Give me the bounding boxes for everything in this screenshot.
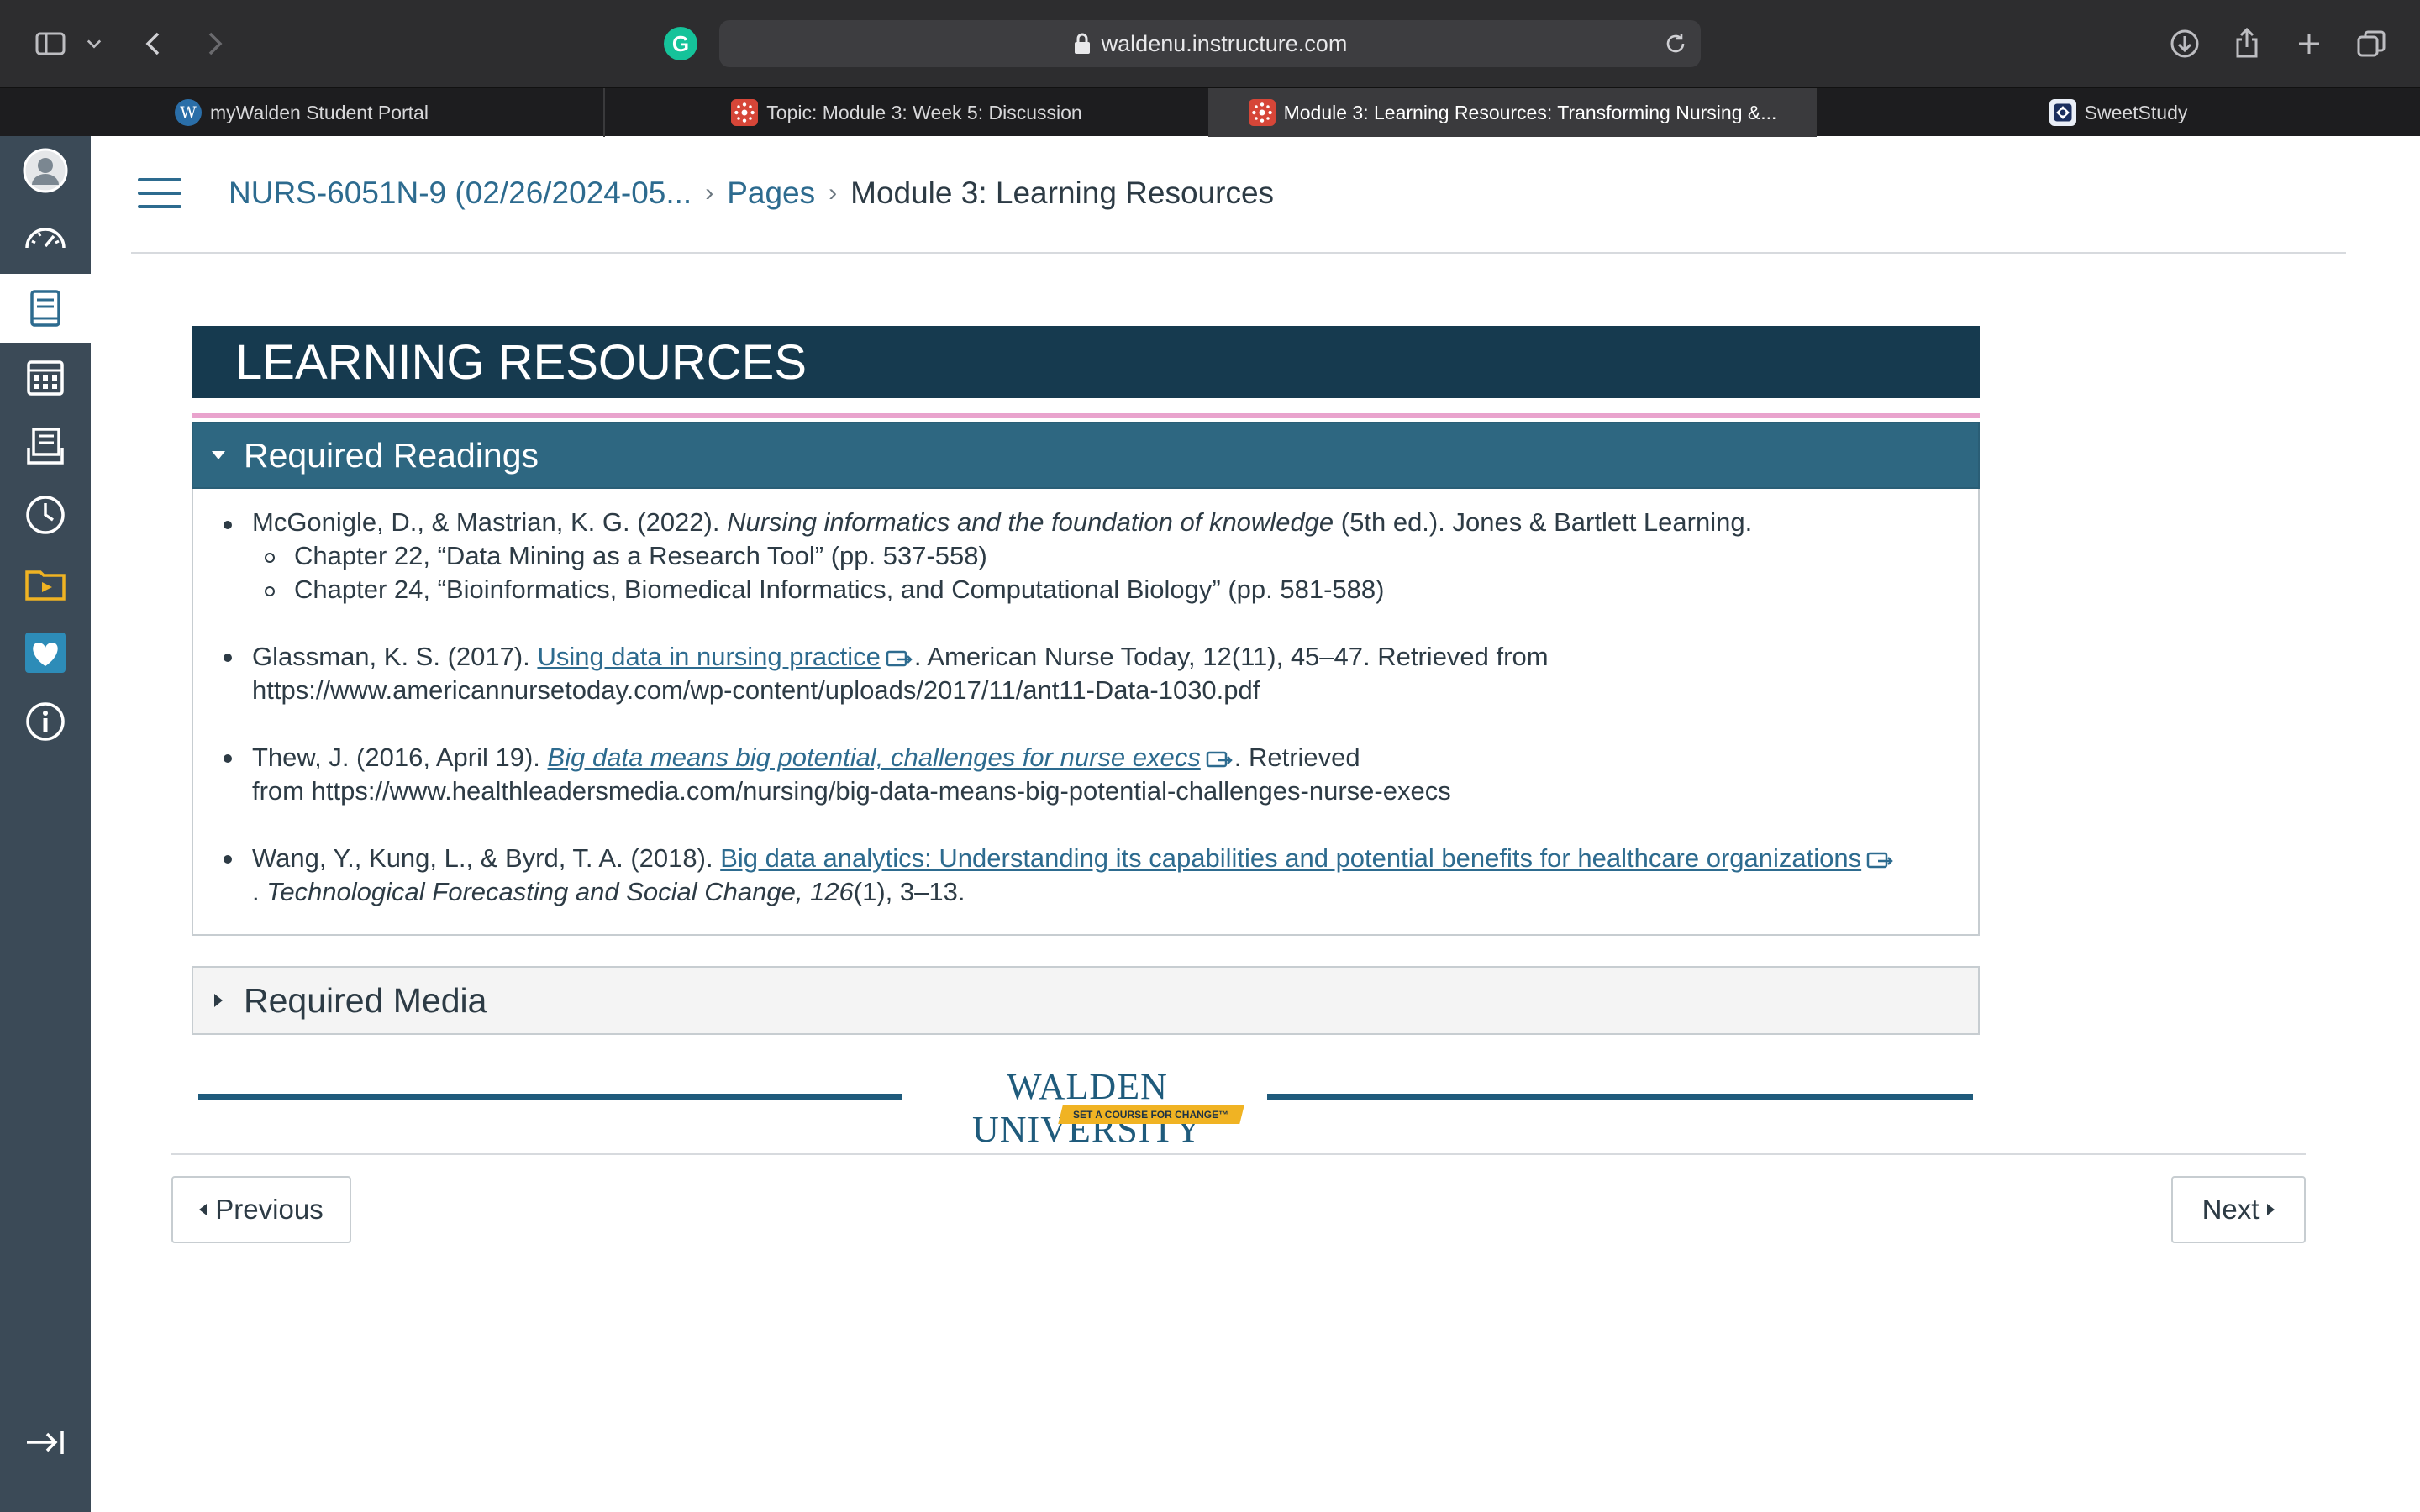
walden-university-logo: WALDEN UNIVERSITY SET A COURSE FOR CHANG… <box>919 1065 1255 1150</box>
studio-icon[interactable] <box>0 618 91 687</box>
logo-divider-left <box>198 1094 902 1100</box>
dashboard-icon[interactable] <box>0 205 91 274</box>
breadcrumb: NURS-6051N-9 (02/26/2024-05... › Pages ›… <box>229 172 1274 214</box>
account-icon[interactable] <box>0 136 91 205</box>
previous-label: Previous <box>215 1194 324 1225</box>
tab-label: myWalden Student Portal <box>210 101 429 123</box>
list-bullet <box>224 754 232 763</box>
chevron-down-icon[interactable] <box>79 24 109 64</box>
reference-wang: Wang, Y., Kung, L., & Byrd, T. A. (2018)… <box>252 842 1895 875</box>
required-media-heading: Required Media <box>244 980 487 1020</box>
required-readings-toggle[interactable]: Required Readings <box>192 422 1980 489</box>
breadcrumb-pages[interactable]: Pages <box>727 176 815 211</box>
breadcrumb-current: Module 3: Learning Resources <box>850 176 1275 210</box>
reference-journal: . Technological Forecasting and Social C… <box>252 875 965 909</box>
courses-icon[interactable] <box>0 274 91 343</box>
commons-icon[interactable] <box>0 549 91 618</box>
reference-url: from https://www.healthleadersmedia.com/… <box>252 776 1451 806</box>
tab-bar: W myWalden Student Portal Topic: Module … <box>0 87 2420 137</box>
tab-mywalden[interactable]: W myWalden Student Portal <box>0 88 605 137</box>
reference-link-wang[interactable]: Big data analytics: Understanding its ca… <box>720 843 1861 873</box>
tab-overview-icon[interactable] <box>2351 24 2391 64</box>
sweetstudy-icon <box>2049 99 2076 126</box>
caret-right-icon <box>193 993 244 1008</box>
reference-authors: McGonigle, D., & Mastrian, K. G. (2022). <box>252 507 720 537</box>
reference-details: . Retrieved <box>1234 743 1360 772</box>
footer-divider <box>171 1153 2306 1155</box>
required-media-toggle[interactable]: Required Media <box>192 966 1980 1035</box>
reference-mcgonigle: McGonigle, D., & Mastrian, K. G. (2022).… <box>252 506 1752 539</box>
previous-button[interactable]: Previous <box>171 1176 351 1243</box>
tab-label: Topic: Module 3: Week 5: Discussion <box>766 101 1082 123</box>
next-button[interactable]: Next <box>2171 1176 2306 1243</box>
external-link-icon <box>1206 751 1233 768</box>
course-menu-button[interactable] <box>138 178 182 212</box>
reference-glassman: Glassman, K. S. (2017). Using data in nu… <box>252 640 1549 674</box>
reference-link-thew[interactable]: Big data means big potential, challenges… <box>548 743 1201 772</box>
reference-details: (1), 3–13. <box>853 877 965 906</box>
calendar-icon[interactable] <box>0 343 91 412</box>
tab-label: Module 3: Learning Resources: Transformi… <box>1283 101 1777 123</box>
chapter-item: Chapter 22, “Data Mining as a Research T… <box>294 541 987 570</box>
required-readings-heading: Required Readings <box>244 435 539 475</box>
page-title-banner: LEARNING RESOURCES <box>192 326 1980 398</box>
reference-punctuation: . <box>252 877 267 906</box>
sidebar-toggle-icon[interactable] <box>30 24 71 64</box>
tab-label: SweetStudy <box>2084 101 2188 123</box>
external-link-icon <box>886 650 913 667</box>
list-bullet <box>265 586 275 596</box>
chapter-item: Chapter 24, “Bioinformatics, Biomedical … <box>294 575 1385 604</box>
next-label: Next <box>2202 1194 2260 1225</box>
walden-w-icon: W <box>175 99 203 126</box>
back-icon[interactable] <box>134 24 175 64</box>
chevron-right-icon: › <box>705 179 714 207</box>
logo-tagline: SET A COURSE FOR CHANGE™ <box>1073 1109 1229 1121</box>
external-link-icon <box>1866 852 1893 869</box>
tab-learning-resources[interactable]: Module 3: Learning Resources: Transformi… <box>1210 88 1817 137</box>
reference-thew: Thew, J. (2016, April 19). Big data mean… <box>252 741 1360 774</box>
list-bullet <box>224 654 232 662</box>
reference-authors: Wang, Y., Kung, L., & Byrd, T. A. (2018)… <box>252 843 713 873</box>
list-bullet <box>265 553 275 563</box>
reference-details: (5th ed.). Jones & Bartlett Learning. <box>1340 507 1753 537</box>
header-divider <box>131 252 2346 254</box>
reference-url: https://www.americannursetoday.com/wp-co… <box>252 675 1260 705</box>
inbox-icon[interactable] <box>0 412 91 480</box>
logo-divider-right <box>1267 1094 1973 1100</box>
caret-right-icon <box>2267 1204 2275 1215</box>
breadcrumb-course[interactable]: NURS-6051N-9 (02/26/2024-05... <box>229 176 692 211</box>
reload-icon[interactable] <box>1662 30 1689 57</box>
journal-title: Technological Forecasting and Social Cha… <box>266 877 854 906</box>
reference-authors: Thew, J. (2016, April 19). <box>252 743 540 772</box>
tab-discussion[interactable]: Topic: Module 3: Week 5: Discussion <box>605 88 1210 137</box>
reference-title: Nursing informatics and the foundation o… <box>727 507 1334 537</box>
caret-down-icon <box>193 450 244 460</box>
global-navigation <box>0 136 91 1512</box>
address-bar[interactable]: waldenu.instructure.com <box>719 20 1701 67</box>
grammarly-icon[interactable]: G <box>664 27 697 60</box>
caret-left-icon <box>199 1204 208 1215</box>
collapse-nav-icon[interactable] <box>0 1408 91 1477</box>
tab-sweetstudy[interactable]: SweetStudy <box>1817 88 2420 137</box>
lock-icon <box>1074 33 1090 54</box>
logo-tagline-banner: SET A COURSE FOR CHANGE™ <box>1058 1105 1244 1124</box>
new-tab-icon[interactable] <box>2289 24 2329 64</box>
downloads-icon[interactable] <box>2165 24 2205 64</box>
help-icon[interactable] <box>0 687 91 756</box>
list-bullet <box>224 855 232 864</box>
list-bullet <box>224 521 232 529</box>
forward-icon[interactable] <box>193 24 234 64</box>
chevron-right-icon: › <box>829 179 838 207</box>
accent-divider <box>192 413 1980 418</box>
share-icon[interactable] <box>2227 24 2267 64</box>
canvas-icon <box>1248 99 1276 126</box>
canvas-icon <box>731 99 759 126</box>
url-text: waldenu.instructure.com <box>1101 30 1348 56</box>
reference-details: . American Nurse Today, 12(11), 45–47. R… <box>913 642 1549 671</box>
reference-link-glassman[interactable]: Using data in nursing practice <box>537 642 880 671</box>
reference-authors: Glassman, K. S. (2017). <box>252 642 530 671</box>
history-icon[interactable] <box>0 480 91 549</box>
browser-toolbar: G waldenu.instructure.com <box>0 0 2420 87</box>
